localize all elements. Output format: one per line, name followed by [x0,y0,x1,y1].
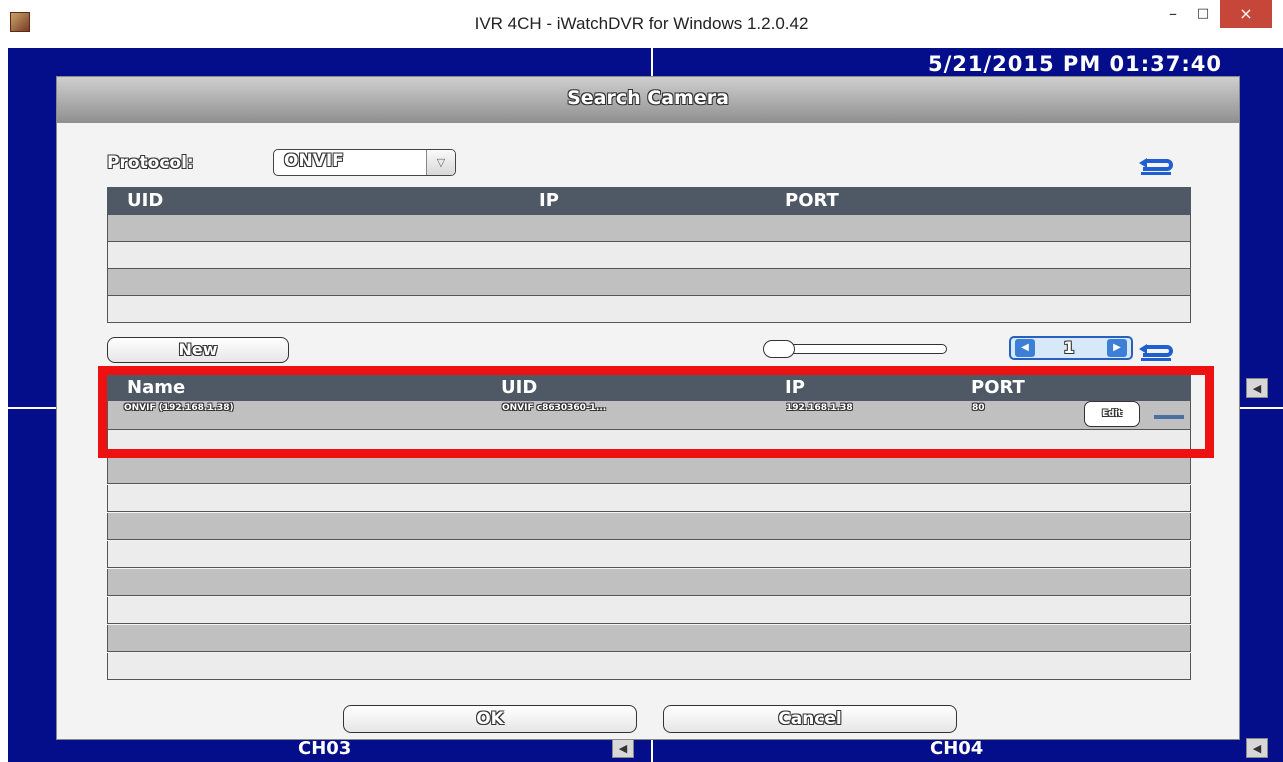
close-button[interactable]: × [1220,0,1272,28]
speaker-icon[interactable]: ◀ [612,738,634,758]
slider-track[interactable] [777,344,947,354]
search-table-header: UID IP PORT [107,187,1191,215]
ok-button-label: OK [476,709,504,729]
new-button-label: New [178,340,218,359]
slider-handle[interactable] [763,340,795,358]
chevron-down-icon[interactable]: ▽ [426,150,455,175]
table-row[interactable] [107,625,1191,652]
protocol-select[interactable]: ONVIF ▽ [273,149,456,176]
column-header-port: PORT [785,190,839,211]
next-page-icon[interactable]: ▶ [1107,339,1127,357]
cancel-button-label: Cancel [778,709,842,729]
highlight-box [98,366,1214,458]
table-row[interactable] [107,653,1191,680]
page-number: 1 [1063,338,1075,357]
column-header-uid: UID [127,190,164,211]
table-row[interactable] [107,513,1191,540]
channel-label-ch03: CH03 [298,738,352,759]
minimize-button[interactable]: – [1158,0,1188,28]
ok-button[interactable]: OK [343,705,637,733]
table-row[interactable] [107,485,1191,512]
table-row[interactable] [107,541,1191,568]
table-row[interactable] [107,269,1191,296]
new-button[interactable]: New [107,337,289,363]
protocol-label: Protocol: [107,153,194,173]
cancel-button[interactable]: Cancel [663,705,957,733]
table-row[interactable] [107,569,1191,596]
window-titlebar: IVR 4CH - iWatchDVR for Windows 1.2.0.42… [0,0,1283,48]
maximize-button[interactable]: □ [1188,0,1218,28]
prev-page-icon[interactable]: ◀ [1015,339,1035,357]
dialog-title: Search Camera [567,87,729,109]
zoom-slider[interactable] [763,340,947,358]
back-arrow-icon[interactable] [1137,153,1175,177]
table-row[interactable] [107,296,1191,323]
table-row[interactable] [107,242,1191,269]
table-row[interactable] [107,457,1191,484]
table-row[interactable] [107,597,1191,624]
column-header-ip: IP [539,190,559,211]
window-title: IVR 4CH - iWatchDVR for Windows 1.2.0.42 [474,14,809,33]
datetime-display: 5/21/2015 PM 01:37:40 [928,52,1222,76]
speaker-icon[interactable]: ◀ [1246,378,1268,398]
speaker-icon[interactable]: ◀ [1246,738,1268,758]
protocol-value: ONVIF [284,151,344,171]
table-row[interactable] [107,215,1191,242]
dialog-header: Search Camera [57,77,1239,123]
back-arrow-icon[interactable] [1137,339,1175,363]
channel-label-ch04: CH04 [930,738,984,759]
page-selector: ◀ 1 ▶ [1009,336,1133,360]
